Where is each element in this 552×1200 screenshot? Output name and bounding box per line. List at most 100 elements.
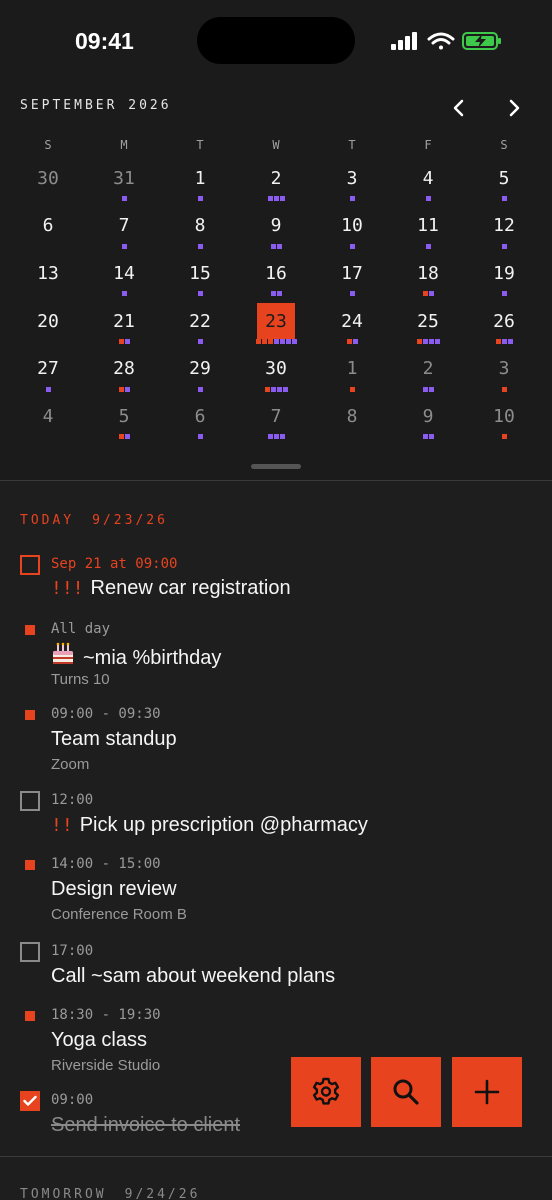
calendar-day-today[interactable]: 23	[238, 303, 314, 351]
calendar-day[interactable]: 13	[10, 255, 86, 303]
calendar-drag-handle[interactable]	[251, 464, 301, 469]
search-button[interactable]	[371, 1057, 441, 1127]
previous-month-button[interactable]	[443, 92, 475, 124]
calendar-day[interactable]: 8	[314, 398, 390, 446]
settings-button[interactable]	[291, 1057, 361, 1127]
calendar-day[interactable]: 8	[162, 208, 238, 256]
day-number: 9	[270, 215, 282, 237]
add-button[interactable]	[452, 1057, 522, 1127]
calendar-day[interactable]: 4	[390, 160, 466, 208]
calendar-day[interactable]: 21	[86, 303, 162, 351]
task-checkbox[interactable]	[20, 791, 40, 811]
day-number: 29	[189, 358, 211, 380]
calendar-day[interactable]: 2	[238, 160, 314, 208]
calendar-day[interactable]: 12	[466, 208, 542, 256]
calendar-day[interactable]: 14	[86, 255, 162, 303]
month-title: SEPTEMBER 2026	[20, 98, 172, 113]
weekday-label: M	[120, 138, 128, 152]
event-dot	[124, 386, 130, 392]
event-dot	[124, 339, 130, 345]
event-dot	[428, 291, 434, 297]
calendar-day[interactable]: 6	[10, 208, 86, 256]
calendar-day[interactable]: 30	[238, 351, 314, 399]
calendar-day[interactable]: 4	[10, 398, 86, 446]
calendar-day[interactable]: 3	[314, 160, 390, 208]
task-checkbox[interactable]	[20, 942, 40, 962]
day-number: 10	[341, 215, 363, 237]
calendar-day[interactable]: 24	[314, 303, 390, 351]
item-title: Design review	[51, 878, 177, 900]
weekday-label: T	[348, 138, 356, 152]
event-indicator-dots	[267, 196, 285, 201]
calendar-day[interactable]: 30	[10, 160, 86, 208]
task-checkbox[interactable]	[20, 555, 40, 575]
calendar-day[interactable]: 25	[390, 303, 466, 351]
event-indicator-dots	[118, 434, 130, 440]
event-dot	[501, 196, 507, 201]
calendar-day[interactable]: 6	[162, 398, 238, 446]
calendar-day[interactable]: 7	[238, 398, 314, 446]
calendar-day[interactable]: 10	[466, 398, 542, 446]
calendar-day[interactable]: 20	[10, 303, 86, 351]
calendar-day[interactable]: 28	[86, 351, 162, 399]
event-indicator-dots	[121, 243, 127, 249]
chevron-right-icon	[509, 99, 520, 117]
calendar-day[interactable]: 11	[390, 208, 466, 256]
calendar-day[interactable]: 1	[314, 351, 390, 399]
calendar-day[interactable]: 10	[314, 208, 390, 256]
event-dot	[197, 291, 203, 297]
calendar-day[interactable]: 26	[466, 303, 542, 351]
day-number: 4	[422, 167, 434, 189]
calendar-day[interactable]: 9	[390, 398, 466, 446]
event-indicator-dots	[197, 339, 203, 345]
plus-icon	[474, 1079, 500, 1105]
event-dot	[282, 386, 288, 392]
calendar-day[interactable]: 7	[86, 208, 162, 256]
calendar-day[interactable]: 18	[390, 255, 466, 303]
task-checkbox-checked[interactable]	[20, 1091, 40, 1111]
calendar-day[interactable]: 22	[162, 303, 238, 351]
event-indicator-dots	[425, 196, 431, 201]
calendar-day[interactable]: 5	[466, 160, 542, 208]
tomorrow-date: 9/24/26	[124, 1187, 201, 1200]
event-dot	[428, 434, 434, 440]
event-indicator-dots	[255, 339, 297, 345]
calendar-day[interactable]: 27	[10, 351, 86, 399]
event-indicator-dots	[270, 291, 282, 297]
item-title: !! Pick up prescription @pharmacy	[51, 814, 368, 837]
event-indicator-dots	[422, 291, 434, 297]
calendar-day[interactable]: 15	[162, 255, 238, 303]
day-number: 15	[189, 262, 211, 284]
item-subtitle: Riverside Studio	[51, 1057, 161, 1074]
calendar-day[interactable]: 31	[86, 160, 162, 208]
day-number: 21	[113, 310, 135, 332]
calendar-day[interactable]: 5	[86, 398, 162, 446]
priority-marker: !!!	[51, 578, 84, 599]
calendar-day[interactable]: 9	[238, 208, 314, 256]
day-number: 8	[194, 215, 206, 237]
calendar-day[interactable]: 2	[390, 351, 466, 399]
event-indicator-dots	[349, 196, 355, 201]
calendar-day[interactable]: 3	[466, 351, 542, 399]
day-number: 27	[37, 358, 59, 380]
day-number: 13	[37, 262, 59, 284]
calendar-day[interactable]: 19	[466, 255, 542, 303]
item-meta: 12:00	[51, 792, 94, 808]
divider	[0, 1156, 552, 1157]
calendar-day[interactable]: 17	[314, 255, 390, 303]
task-dot	[267, 339, 273, 345]
task-dot	[118, 386, 124, 392]
weekday-label: T	[196, 138, 204, 152]
event-dot	[276, 386, 282, 392]
event-indicator-dots	[118, 339, 130, 345]
item-title-text: Pick up prescription @pharmacy	[79, 814, 368, 836]
calendar-day[interactable]: 16	[238, 255, 314, 303]
event-dot	[349, 243, 355, 249]
calendar-day[interactable]: 1	[162, 160, 238, 208]
task-dot	[495, 339, 501, 345]
calendar-day[interactable]: 29	[162, 351, 238, 399]
event-marker	[25, 860, 35, 870]
item-subtitle: Turns 10	[51, 671, 110, 688]
day-number: 9	[422, 405, 434, 427]
next-month-button[interactable]	[498, 92, 530, 124]
